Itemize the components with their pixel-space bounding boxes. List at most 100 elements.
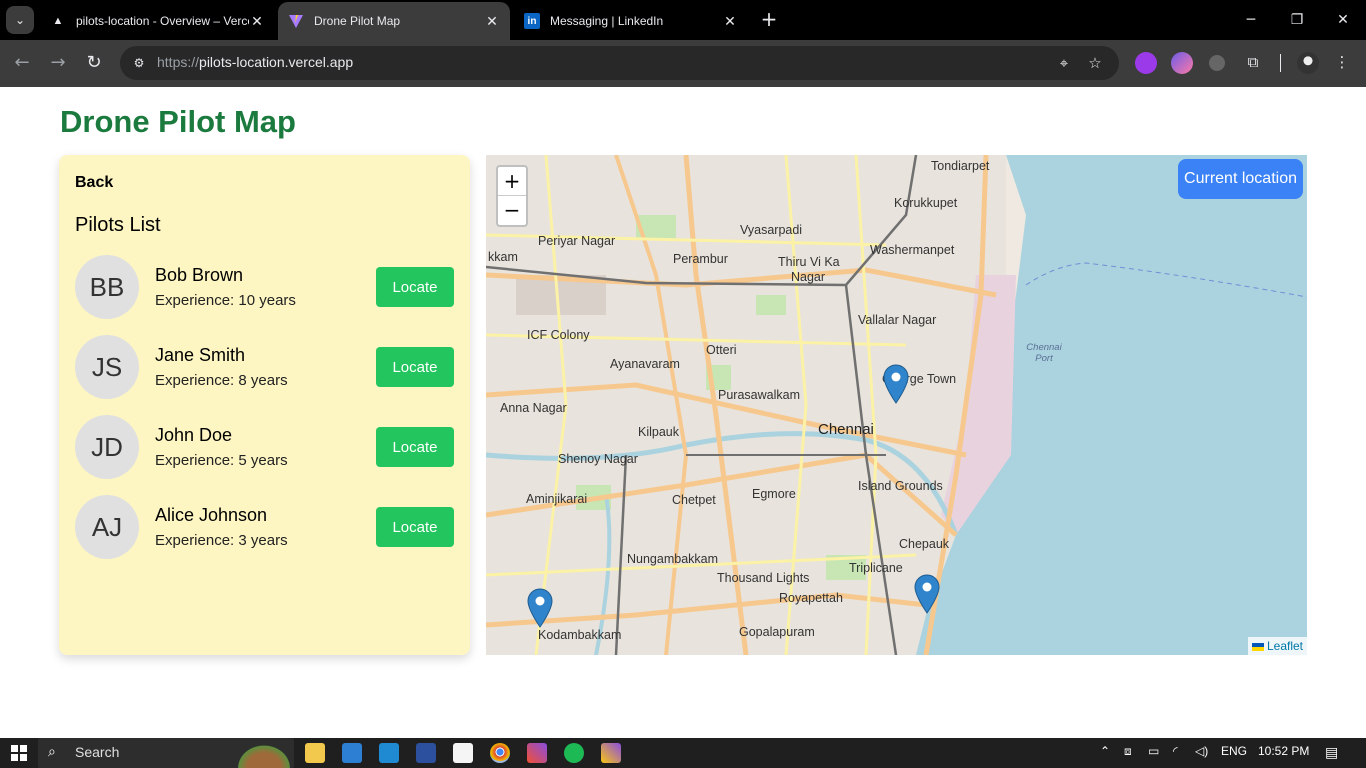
tab-vercel[interactable]: ▲ pilots-location - Overview – Vercel ✕ <box>40 2 275 40</box>
vscode-icon[interactable] <box>379 743 399 763</box>
wifi-icon[interactable]: ◜ <box>1173 744 1178 758</box>
vite-logo-icon <box>288 13 304 29</box>
map-label: Anna Nagar <box>500 401 567 415</box>
windows-start-icon[interactable] <box>11 745 27 761</box>
pilots-sidebar: Back Pilots List BB Bob Brown Experience… <box>59 155 470 655</box>
windows-taskbar: ⌕ Search ⌃ ⧈ ▭ ◜ ◁) ENG 10:52 PM ▤ <box>0 738 1366 768</box>
pilot-experience: Experience: 10 years <box>155 292 296 309</box>
map-label: Kodambakkam <box>538 628 622 642</box>
map-label: Otteri <box>706 343 737 357</box>
url-text[interactable]: https://pilots-location.vercel.app <box>157 54 353 70</box>
map-label: Vallalar Nagar <box>858 313 937 327</box>
pilot-card: BB Bob Brown Experience: 10 years Locate <box>75 255 454 319</box>
minimize-icon[interactable]: ─ <box>1228 8 1274 32</box>
security-icon[interactable]: ⧈ <box>1124 744 1132 759</box>
map-label: kkam <box>488 250 518 264</box>
restore-icon[interactable]: ❐ <box>1274 8 1320 32</box>
avatar: AJ <box>75 495 139 559</box>
back-arrow-icon[interactable]: ← <box>10 51 34 75</box>
locate-button[interactable]: Locate <box>376 427 454 467</box>
extension-icon[interactable] <box>1209 55 1225 71</box>
map-label: Shenoy Nagar <box>558 452 638 466</box>
pilot-name: Jane Smith <box>155 345 246 365</box>
show-hidden-icons-icon[interactable]: ⌃ <box>1100 744 1110 758</box>
profile-avatar-icon[interactable] <box>1297 52 1319 74</box>
pilot-experience: Experience: 5 years <box>155 452 288 469</box>
leaflet-link[interactable]: Leaflet <box>1267 639 1303 653</box>
taskbar-search-box[interactable]: ⌕ Search <box>38 738 294 768</box>
search-icon: ⌕ <box>48 744 56 760</box>
git-tool-icon[interactable] <box>527 743 547 763</box>
forward-arrow-icon[interactable]: → <box>46 51 70 75</box>
close-window-icon[interactable]: ✕ <box>1320 8 1366 32</box>
bookmark-star-icon[interactable]: ☆ <box>1086 54 1104 72</box>
tab-linkedin[interactable]: in Messaging | LinkedIn ✕ <box>514 2 748 40</box>
pilot-location-marker-icon[interactable] <box>883 364 909 404</box>
powershell-icon[interactable] <box>416 743 436 763</box>
pilot-location-marker-icon[interactable] <box>527 588 553 628</box>
language-indicator[interactable]: ENG <box>1221 744 1247 758</box>
zoom-in-button[interactable]: + <box>498 167 526 196</box>
spotify-icon[interactable] <box>564 743 584 763</box>
battery-icon[interactable]: ▭ <box>1148 744 1159 758</box>
address-bar[interactable]: ⚙ https://pilots-location.vercel.app ⌖ ☆ <box>120 46 1119 80</box>
close-tab-icon[interactable]: ✕ <box>249 13 265 30</box>
notepad-icon[interactable] <box>453 743 473 763</box>
map-label: Periyar Nagar <box>538 234 616 248</box>
map-label: Gopalapuram <box>739 625 815 639</box>
back-link[interactable]: Back <box>75 174 113 192</box>
close-tab-icon[interactable]: ✕ <box>722 13 738 30</box>
file-explorer-icon[interactable] <box>305 743 325 763</box>
pilots-list-title: Pilots List <box>75 214 161 236</box>
volume-icon[interactable]: ◁) <box>1195 744 1208 758</box>
map-label: Triplicane <box>849 561 903 575</box>
map-label: Ayanavaram <box>610 357 680 371</box>
locate-button[interactable]: Locate <box>376 507 454 547</box>
site-info-icon[interactable]: ⚙ <box>130 54 148 72</box>
map-label: Chennai Port <box>1026 342 1062 364</box>
extension-icon[interactable] <box>1171 52 1193 74</box>
tab-search-chevron-icon[interactable]: ⌄ <box>6 6 34 34</box>
search-placeholder: Search <box>75 744 120 760</box>
notifications-icon[interactable]: ▤ <box>1325 744 1338 761</box>
reload-icon[interactable]: ↻ <box>82 51 106 75</box>
more-menu-icon[interactable]: ⋮ <box>1333 53 1351 71</box>
extensions-puzzle-icon[interactable]: ⧉ <box>1244 53 1262 71</box>
map-label: Perambur <box>673 252 728 266</box>
extension-icon[interactable] <box>1135 52 1157 74</box>
zoom-control: + − <box>496 165 528 227</box>
locate-button[interactable]: Locate <box>376 347 454 387</box>
map-label: Royapettah <box>779 591 843 605</box>
tab-drone-pilot-map[interactable]: Drone Pilot Map ✕ <box>278 2 510 40</box>
map-label: Island Grounds <box>858 479 943 493</box>
map-label: Purasawalkam <box>718 388 800 402</box>
mail-icon[interactable] <box>342 743 362 763</box>
pilot-name: Alice Johnson <box>155 505 268 525</box>
pilot-location-marker-icon[interactable] <box>914 574 940 614</box>
close-tab-icon[interactable]: ✕ <box>484 13 500 30</box>
page-title: Drone Pilot Map <box>60 104 296 139</box>
map-attribution: Leaflet <box>1247 637 1307 655</box>
linkedin-icon: in <box>524 13 540 29</box>
map-label: Chetpet <box>672 493 716 507</box>
map-label: Egmore <box>752 487 796 501</box>
pilot-experience: Experience: 3 years <box>155 532 288 549</box>
zoom-out-button[interactable]: − <box>498 196 526 225</box>
map-tiles[interactable] <box>486 155 1307 655</box>
location-pin-icon[interactable]: ⌖ <box>1055 54 1073 72</box>
avatar: JD <box>75 415 139 479</box>
git-tool-icon[interactable] <box>601 743 621 763</box>
map-label: ICF Colony <box>527 328 590 342</box>
map-label: Chepauk <box>899 537 950 551</box>
new-tab-icon[interactable]: + <box>758 8 780 30</box>
avatar: JS <box>75 335 139 399</box>
current-location-button[interactable]: Current location <box>1178 159 1303 199</box>
browser-tab-bar: ⌄ ▲ pilots-location - Overview – Vercel … <box>0 0 1366 40</box>
clock[interactable]: 10:52 PM <box>1258 744 1309 758</box>
map-label: Tondiarpet <box>931 159 990 173</box>
toolbar-divider <box>1280 54 1281 72</box>
locate-button[interactable]: Locate <box>376 267 454 307</box>
chrome-icon[interactable] <box>490 743 510 763</box>
map-view[interactable]: Tondiarpet Korukkupet Vyasarpadi Periyar… <box>486 155 1307 655</box>
search-highlight-image <box>234 742 294 768</box>
